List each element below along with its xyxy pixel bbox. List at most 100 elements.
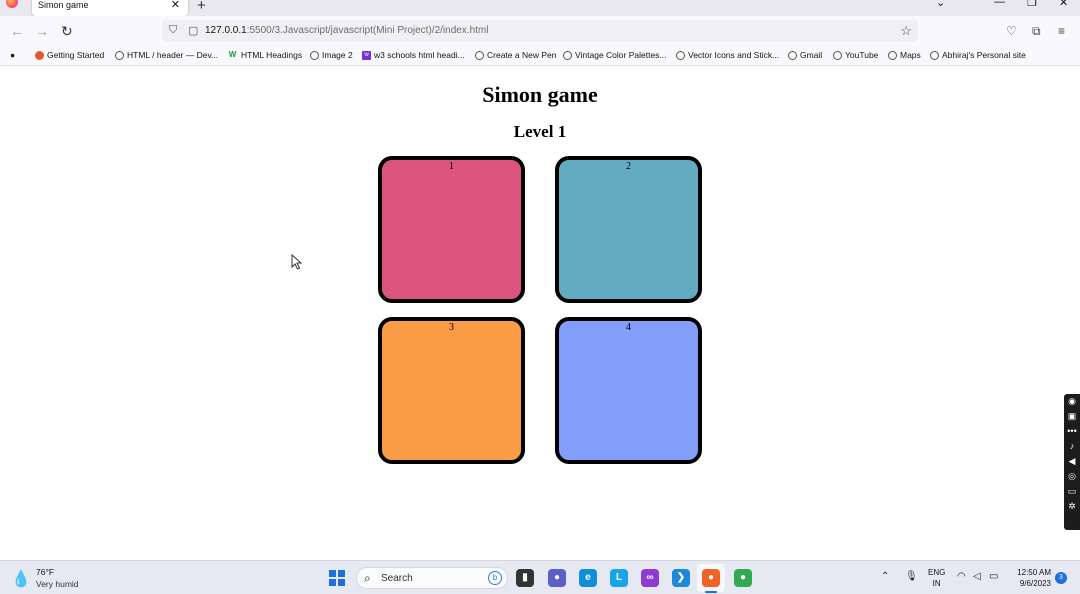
lens-app-icon[interactable]: L — [610, 569, 628, 587]
bing-icon[interactable]: b — [488, 571, 502, 585]
tab-close-icon[interactable]: ✕ — [171, 0, 180, 11]
globe-icon — [930, 50, 939, 60]
bookmarks-bar: ● Getting Started HTML / header — Dev...… — [0, 46, 1080, 66]
menu-icon[interactable]: ≡ — [1058, 24, 1065, 38]
screen-recorder-toolbar: ◉ ▣ ••• ♪ ◀ ◎ ▭ ✲ — [1064, 394, 1080, 530]
search-icon: ⌕ — [364, 571, 371, 585]
box-label: 2 — [626, 161, 631, 172]
active-app-indicator — [705, 591, 717, 593]
new-tab-button[interactable]: + — [197, 0, 206, 14]
tab-list-chevron-icon[interactable]: ⌄ — [936, 0, 945, 9]
bookmark-gmail[interactable]: Gmail — [788, 50, 822, 60]
game-box-4[interactable]: 4 — [555, 317, 702, 464]
bookmark-image-2[interactable]: Image 2 — [310, 50, 353, 60]
window-icon[interactable]: ▭ — [1064, 484, 1080, 499]
firefox-taskbar-icon[interactable]: ● — [702, 569, 720, 587]
bookmark-label: Image 2 — [322, 50, 353, 60]
bookmark-vintage-palettes[interactable]: Vintage Color Palettes... — [563, 50, 667, 60]
address-bar[interactable]: ⛉ ▢ 127.0.0.1:5500/3.Javascript/javascri… — [162, 20, 918, 42]
globe-icon — [115, 50, 124, 60]
nav-bar: ← → ↻ ⛉ ▢ 127.0.0.1:5500/3.Javascript/ja… — [0, 16, 1080, 46]
microphone-icon[interactable]: ♪ — [1064, 439, 1080, 454]
bookmark-maps[interactable]: Maps — [888, 50, 921, 60]
globe-icon — [310, 50, 319, 60]
w-icon: W — [228, 49, 237, 59]
bookmark-label: Getting Started — [47, 50, 105, 60]
record-icon[interactable]: ◉ — [1064, 394, 1080, 409]
taskbar-search[interactable]: ⌕ Search b — [356, 567, 508, 589]
back-arrow-icon[interactable]: ← — [10, 23, 24, 39]
bookmark-personal-site[interactable]: Abhiraj's Personal site — [930, 50, 1026, 60]
game-box-2[interactable]: 2 — [555, 156, 702, 303]
pocket-icon[interactable]: ♡ — [1006, 24, 1017, 38]
minimize-icon[interactable]: — — [994, 0, 1005, 8]
more-icon[interactable]: ••• — [1064, 424, 1080, 439]
camera-icon[interactable]: ▣ — [1064, 409, 1080, 424]
level-title: Level 1 — [513, 122, 567, 141]
clock-time: 12:50 AM — [1017, 568, 1051, 577]
globe-icon — [788, 50, 797, 60]
settings-gear-icon[interactable]: ✲ — [1064, 499, 1080, 514]
tab-simon-game[interactable]: Simon game ✕ — [32, 0, 188, 16]
globe-icon — [475, 50, 484, 60]
infinity-app-icon[interactable]: ∞ — [641, 569, 659, 587]
edge-icon[interactable]: e — [579, 569, 597, 587]
bookmark-w3schools[interactable]: w w3 schools html headi... — [362, 50, 465, 60]
globe-icon — [888, 50, 897, 60]
globe-icon — [676, 50, 685, 60]
forward-arrow-icon[interactable]: → — [35, 23, 49, 39]
windows-start-icon[interactable] — [329, 570, 345, 586]
weather-desc[interactable]: Very humid — [36, 579, 79, 589]
extensions-icon[interactable]: ⧉ — [1032, 24, 1041, 39]
bookmark-getting-started[interactable]: Getting Started — [35, 50, 104, 60]
weather-temp[interactable]: 76°F — [36, 567, 54, 577]
bookmark-html-header[interactable]: HTML / header — Dev... — [115, 50, 218, 60]
notification-icon[interactable]: 3 — [1055, 572, 1067, 584]
shield-icon[interactable]: ⛉ — [169, 24, 177, 37]
bookmark-label: YouTube — [845, 50, 879, 60]
file-explorer-icon[interactable]: ▮ — [516, 569, 534, 587]
game-box-3[interactable]: 3 — [378, 317, 525, 464]
speaker-icon[interactable]: ◀ — [1064, 454, 1080, 469]
firefox-icon — [6, 0, 18, 8]
bookmark-star-icon[interactable]: ☆ — [900, 23, 912, 39]
globe-icon — [833, 50, 842, 60]
box-label: 4 — [626, 322, 631, 333]
system-clock[interactable]: 12:50 AM 9/6/2023 — [1011, 567, 1051, 589]
game-box-1[interactable]: 1 — [378, 156, 525, 303]
page-icon[interactable]: ▢ — [188, 24, 198, 37]
bookmark-label: Create a New Pen — [487, 50, 557, 60]
bookmark-vector-icons[interactable]: Vector Icons and Stick... — [676, 50, 779, 60]
clock-date: 9/6/2023 — [1019, 579, 1051, 588]
volume-icon[interactable]: ◁ — [973, 571, 981, 582]
bookmark-create-pen[interactable]: Create a New Pen — [475, 50, 556, 60]
bookmark-youtube[interactable]: YouTube — [833, 50, 878, 60]
bookmark-label: w3 schools html headi... — [374, 50, 465, 60]
lang-region: IN — [932, 579, 941, 588]
apple-icon[interactable]: ● — [10, 50, 15, 60]
bookmark-label: HTML / header — Dev... — [127, 50, 219, 60]
url-host: 127.0.0.1 — [205, 25, 247, 36]
tray-chevron-up-icon[interactable]: ⌃ — [881, 571, 889, 582]
page-title: Simon game — [482, 82, 598, 107]
box-label: 3 — [449, 322, 454, 333]
w3schools-icon: w — [362, 50, 371, 60]
bookmark-html-headings[interactable]: W HTML Headings — [227, 50, 302, 60]
battery-icon[interactable]: ▭ — [989, 571, 998, 582]
firefox-bookmark-icon — [35, 50, 44, 60]
bookmark-label: Vector Icons and Stick... — [688, 50, 780, 60]
vscode-icon[interactable]: ❯ — [672, 569, 690, 587]
language-indicator[interactable]: ENG IN — [928, 567, 945, 589]
close-window-icon[interactable]: ✕ — [1059, 0, 1068, 9]
humidity-drops-icon[interactable]: 💧 — [11, 569, 31, 589]
bookmark-label: HTML Headings — [241, 50, 303, 60]
wifi-icon[interactable]: ◠ — [957, 571, 966, 582]
meet-icon[interactable]: ● — [548, 569, 566, 587]
url-text[interactable]: 127.0.0.1:5500/3.Javascript/javascript(M… — [205, 25, 488, 36]
chrome-icon[interactable]: ● — [734, 569, 752, 587]
webcam-icon[interactable]: ◎ — [1064, 469, 1080, 484]
reload-icon[interactable]: ↻ — [61, 23, 73, 40]
bookmark-label: Gmail — [800, 50, 823, 60]
restore-icon[interactable]: ❐ — [1027, 0, 1037, 9]
tray-microphone-icon[interactable]: 🎙 — [905, 571, 918, 582]
